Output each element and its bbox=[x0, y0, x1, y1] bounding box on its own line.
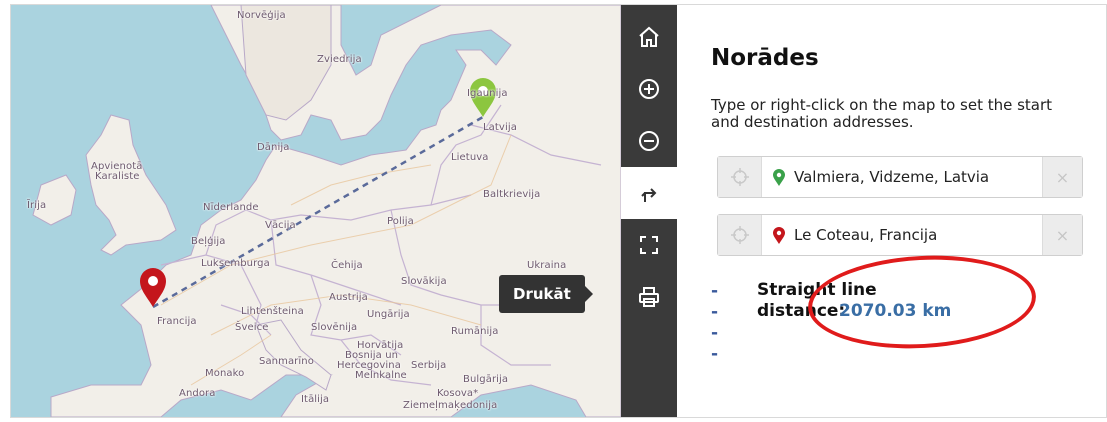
map-label-irija: Īrija bbox=[27, 200, 47, 211]
map-label-slovakija: Slovākija bbox=[401, 276, 447, 287]
map-label-luksemburga: Luksemburga bbox=[201, 258, 270, 269]
map-label-vacija: Vācija bbox=[265, 220, 296, 231]
map-label-kosova: Kosova* bbox=[437, 388, 479, 399]
map-label-francija: Francija bbox=[157, 316, 197, 327]
map-label-polija: Polija bbox=[387, 216, 414, 227]
map-label-latvija: Latvija bbox=[483, 122, 517, 133]
great-britain-shape bbox=[85, 114, 177, 256]
map-label-cehija: Čehija bbox=[331, 260, 363, 271]
print-icon bbox=[639, 287, 659, 307]
map-label-ungarija: Ungārija bbox=[367, 309, 410, 320]
map-label-baltkrievija: Baltkrievija bbox=[483, 189, 541, 200]
locate-destination-button[interactable] bbox=[718, 215, 762, 255]
map-label-rumanija: Rumānija bbox=[451, 326, 499, 337]
directions-widget: Norvēģija Zviedrija Igaunija Latvija Dān… bbox=[10, 4, 1107, 418]
start-address-field[interactable]: Valmiera, Vidzeme, Latvia × bbox=[717, 156, 1083, 198]
directions-button[interactable] bbox=[621, 167, 677, 219]
minus-circle-icon bbox=[639, 131, 659, 151]
map-label-niderlande: Nīderlande bbox=[203, 202, 259, 213]
directions-panel: Norādes Type or right-click on the map t… bbox=[677, 5, 1106, 417]
map-label-norvegija: Norvēģija bbox=[237, 10, 286, 21]
start-address-value: Valmiera, Vidzeme, Latvia bbox=[794, 168, 990, 186]
zoom-out-button[interactable] bbox=[621, 115, 677, 167]
destination-address-field[interactable]: Le Coteau, Francija × bbox=[717, 214, 1083, 256]
map-label-sanmarino: Sanmarīno bbox=[259, 356, 314, 367]
home-button[interactable] bbox=[621, 11, 677, 63]
map-label-bulgarija: Bulgārija bbox=[463, 374, 509, 385]
map-label-danija: Dānija bbox=[257, 142, 290, 153]
panel-description: Type or right-click on the map to set th… bbox=[711, 96, 1053, 131]
start-pin-icon bbox=[773, 169, 785, 186]
clear-destination-button[interactable]: × bbox=[1042, 215, 1082, 255]
home-icon bbox=[639, 26, 659, 47]
crosshair-icon bbox=[730, 226, 749, 244]
map-label-zviedrija: Zviedrija bbox=[317, 54, 362, 65]
map-label-sveice: Šveice bbox=[235, 322, 269, 333]
clear-start-button[interactable]: × bbox=[1042, 157, 1082, 197]
destination-pin-icon bbox=[773, 227, 785, 244]
fullscreen-button[interactable] bbox=[621, 219, 677, 271]
crosshair-icon bbox=[730, 168, 749, 186]
print-tooltip: Drukāt bbox=[499, 275, 593, 313]
fullscreen-icon bbox=[640, 236, 658, 254]
map-label-karaliste: Karaliste bbox=[95, 171, 140, 182]
map-label-belgija: Beļģija bbox=[191, 236, 226, 247]
map-view[interactable]: Norvēģija Zviedrija Igaunija Latvija Dān… bbox=[11, 5, 621, 417]
map-label-melnkalne: Melnkalne bbox=[355, 370, 407, 381]
directions-icon bbox=[641, 188, 657, 202]
locate-start-button[interactable] bbox=[718, 157, 762, 197]
map-label-lietuva: Lietuva bbox=[451, 152, 489, 163]
destination-address-value: Le Coteau, Francija bbox=[794, 226, 938, 244]
map-label-ukraina: Ukraina bbox=[527, 260, 567, 271]
map-label-igaunija: Igaunija bbox=[467, 88, 508, 99]
panel-title: Norādes bbox=[711, 45, 819, 71]
print-button[interactable] bbox=[621, 271, 677, 323]
map-label-austrija: Austrija bbox=[329, 292, 368, 303]
zoom-in-button[interactable] bbox=[621, 63, 677, 115]
map-canvas[interactable] bbox=[11, 5, 621, 417]
map-label-italija: Itālija bbox=[301, 394, 330, 405]
plus-circle-icon bbox=[639, 79, 659, 99]
map-label-slovenija: Slovēnija bbox=[311, 322, 358, 333]
map-label-monako: Monako bbox=[205, 368, 245, 379]
map-label-andora: Andora bbox=[179, 388, 216, 399]
route-legend-dash: ---- bbox=[711, 281, 720, 364]
map-toolbar bbox=[621, 5, 677, 417]
map-label-serbija: Serbija bbox=[411, 360, 447, 371]
map-label-lihtensteina: Lihtenšteina bbox=[241, 306, 304, 317]
map-label-ziemelmakedonija: Ziemeļmaķedonija bbox=[403, 400, 498, 411]
